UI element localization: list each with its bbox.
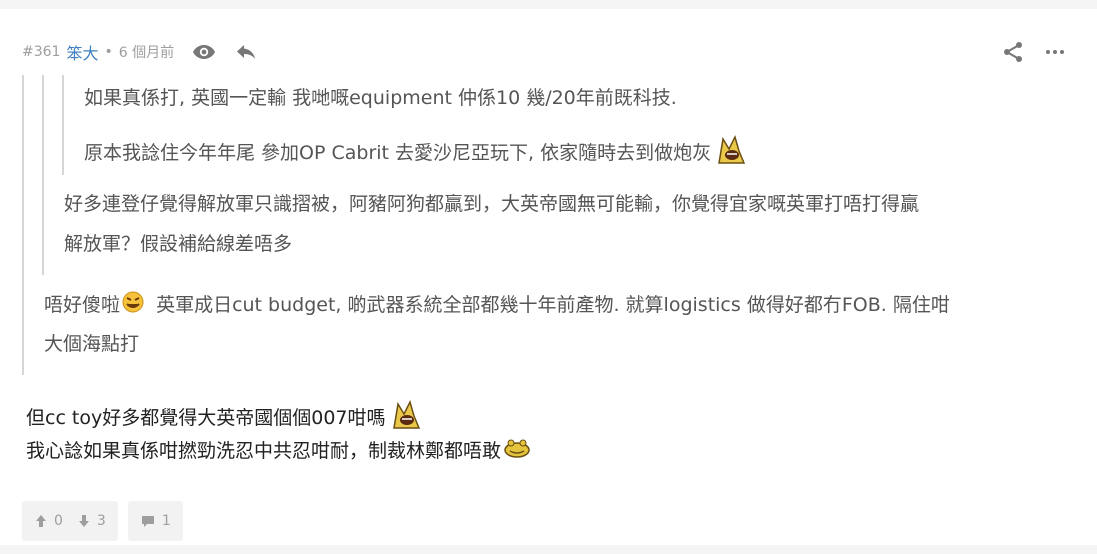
share-icon[interactable] (1001, 40, 1025, 64)
meta-separator: • (104, 44, 113, 60)
reply-count: 1 (161, 513, 171, 529)
post-actions: 0 3 1 (22, 501, 193, 541)
quote-text: 原本我諗住今年年尾 參加OP Cabrit 去愛沙尼亞玩下, 依家隨時去到做炮灰 (84, 133, 747, 174)
thumb-up-icon[interactable] (34, 514, 48, 528)
quote-text: 解放軍？假設補給線差唔多 (64, 233, 293, 255)
quote-text: 好多連登仔覺得解放軍只識摺被，阿豬阿狗都贏到，大英帝國無可能輸，你覺得宜家嘅英軍… (64, 193, 920, 215)
post-time: 6 個月前 (118, 45, 175, 61)
quote-text: 如果真係打, 英國一定輸 我哋嘅equipment 仲係10 幾/20年前既科技… (84, 87, 677, 109)
rofl-emoji-icon (122, 291, 144, 320)
more-icon[interactable] (1043, 40, 1067, 64)
post-number[interactable]: #361 (22, 44, 60, 60)
frog-sticker-icon (503, 438, 531, 465)
upvote-count: 0 (54, 513, 63, 529)
comment-icon (140, 514, 156, 528)
quote-text: 唔好傻啦 英軍成日cut budget, 啲武器系統全部都幾十年前產物. 就算l… (44, 291, 950, 320)
vote-pill: 0 3 (22, 501, 118, 541)
eye-icon[interactable] (192, 40, 216, 64)
laughing-sticker-icon (388, 398, 422, 439)
downvote-count: 3 (96, 513, 106, 529)
quote-text: 大個海點打 (44, 333, 140, 355)
post-body-line: 但cc toy好多都覺得大英帝國個個007咁嗎 (26, 398, 422, 439)
post-tools (983, 40, 1067, 64)
reply-icon[interactable] (234, 40, 258, 64)
thumb-down-icon[interactable] (77, 514, 91, 528)
post-meta: #361 笨大 • 6 個月前 (22, 39, 276, 65)
post-body-line: 我心諗如果真係咁撚勁洗忍中共忍咁耐，制裁林鄭都唔敢 (26, 438, 531, 465)
laughing-sticker-icon (713, 133, 747, 174)
author-name[interactable]: 笨大 (66, 40, 98, 64)
reply-count-pill[interactable]: 1 (127, 501, 183, 541)
post-card: #361 笨大 • 6 個月前 如果真係打, 英國一定輸 我哋嘅equipmen… (0, 9, 1097, 545)
